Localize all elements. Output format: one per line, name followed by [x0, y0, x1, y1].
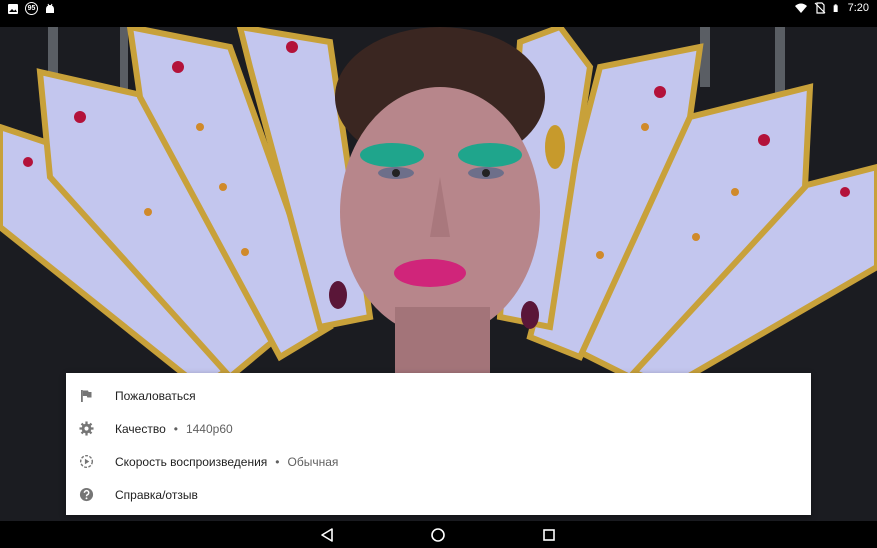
back-icon[interactable] [318, 526, 336, 544]
image-icon [8, 3, 18, 14]
flag-icon [78, 388, 94, 404]
playback-speed-icon [78, 454, 94, 470]
no-sim-icon [814, 2, 826, 14]
status-bar: 95 7:20 [0, 0, 877, 18]
help-icon [78, 487, 94, 503]
separator-dot: • [173, 421, 178, 436]
menu-item-help-feedback[interactable]: Справка/отзыв [66, 478, 811, 511]
menu-item-quality-label: Качество [115, 421, 166, 436]
overflow-menu-sheet: Пожаловаться Качество • 1440p60 Скорость… [66, 373, 811, 515]
recents-icon[interactable] [540, 526, 558, 544]
wifi-icon [794, 3, 807, 13]
android-icon [46, 3, 54, 13]
menu-item-report[interactable]: Пожаловаться [66, 379, 811, 412]
separator-dot: • [275, 454, 280, 469]
menu-item-quality-value: 1440p60 [185, 421, 233, 436]
status-bar-right: 7:20 [794, 2, 869, 14]
gear-icon [78, 421, 94, 437]
menu-item-playback-speed[interactable]: Скорость воспроизведения • Обычная [66, 445, 811, 478]
menu-item-help-feedback-label: Справка/отзыв [115, 487, 198, 502]
menu-item-quality[interactable]: Качество • 1440p60 [66, 412, 811, 445]
clock: 7:20 [847, 2, 869, 14]
menu-item-playback-speed-label: Скорость воспроизведения [115, 454, 268, 469]
home-icon[interactable] [429, 526, 447, 544]
notification-count-icon: 95 [25, 2, 38, 15]
battery-icon [833, 4, 838, 12]
menu-item-quality-text: Качество • 1440p60 [115, 422, 233, 436]
menu-item-report-label: Пожаловаться [115, 388, 196, 403]
status-bar-left: 95 [7, 2, 56, 15]
menu-item-playback-speed-text: Скорость воспроизведения • Обычная [115, 455, 338, 469]
system-navigation-bar [0, 521, 877, 548]
menu-item-playback-speed-value: Обычная [287, 454, 339, 469]
